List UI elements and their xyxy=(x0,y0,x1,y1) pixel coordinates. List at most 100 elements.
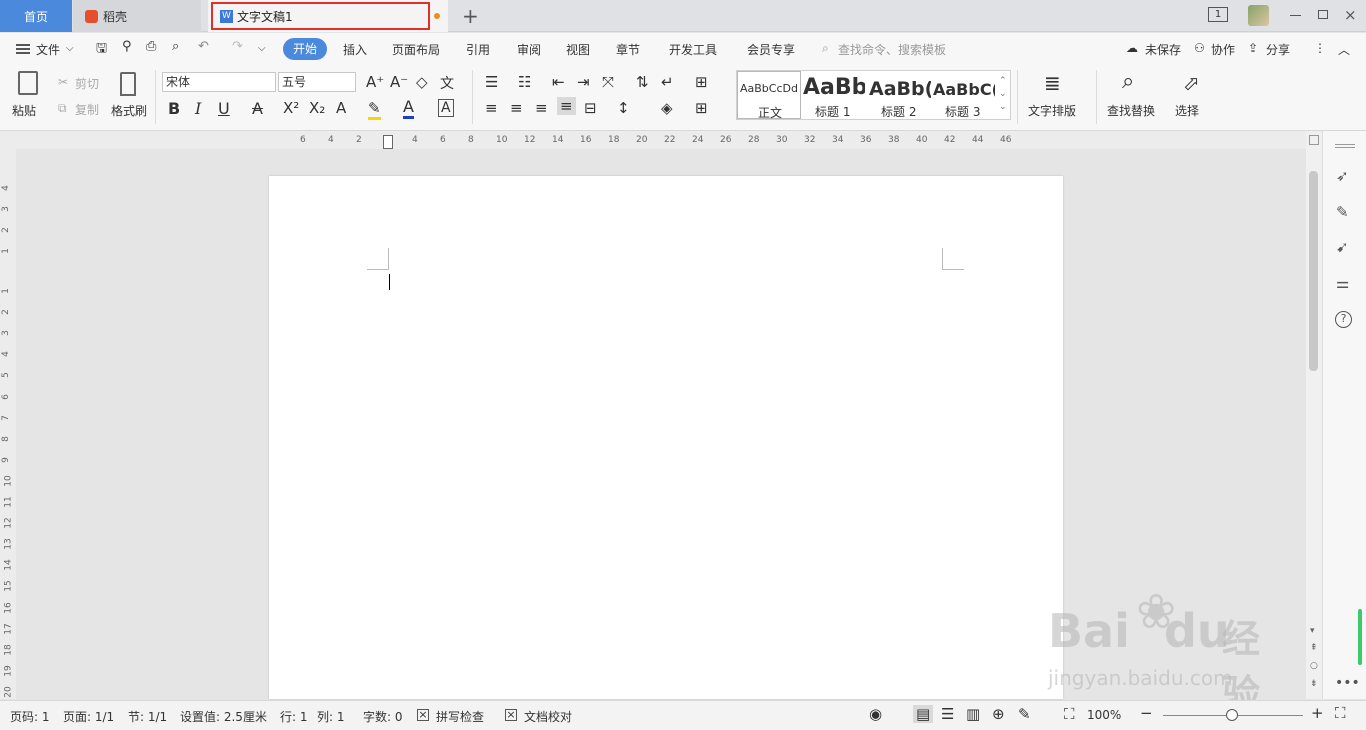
style-normal[interactable]: AaBbCcDd 正文 xyxy=(737,71,801,120)
tab-daoke[interactable]: 稻壳 xyxy=(73,0,201,32)
help-icon[interactable]: ? xyxy=(1335,311,1352,328)
shrink-font-icon[interactable]: A⁻ xyxy=(390,73,408,91)
format-icon[interactable]: ⚲ xyxy=(122,39,132,54)
font-size-select[interactable]: 五号 xyxy=(278,72,356,92)
copy-button[interactable]: 复制 xyxy=(75,101,99,118)
fullscreen-icon[interactable]: ⛶ xyxy=(1335,704,1346,722)
underline-icon[interactable]: U xyxy=(218,99,230,118)
clear-format-icon[interactable]: ◇ xyxy=(416,73,428,91)
tab-member[interactable]: 会员专享 xyxy=(747,41,795,58)
find-replace-button[interactable]: 查找替换 xyxy=(1107,102,1155,119)
restore-button[interactable] xyxy=(1318,10,1328,19)
prev-page-icon[interactable]: ⇞ xyxy=(1310,643,1318,653)
grow-font-icon[interactable]: A⁺ xyxy=(366,73,384,91)
undo-icon[interactable]: ↶ xyxy=(198,39,209,54)
show-marks-icon[interactable]: ↵ xyxy=(661,73,674,91)
shading-icon[interactable]: ◈ xyxy=(661,99,673,117)
phonetic-icon[interactable]: 文 xyxy=(440,73,454,93)
more-icon[interactable]: ⋮ xyxy=(1314,41,1326,55)
zoom-out-button[interactable]: − xyxy=(1140,704,1153,722)
font-color-icon[interactable]: A xyxy=(403,97,414,119)
font-name-select[interactable]: 宋体 xyxy=(162,72,276,92)
doc-proof-button[interactable]: 文档校对 xyxy=(524,708,572,725)
tab-references[interactable]: 引用 xyxy=(466,41,490,58)
sort-icon[interactable]: ⇅ xyxy=(636,73,649,91)
char-border-icon[interactable]: A xyxy=(438,99,454,117)
justify-icon[interactable]: ≡ xyxy=(557,97,576,115)
style-scroll-arrows-icon[interactable]: ⌃ ⌄ ⌄ xyxy=(999,75,1007,114)
tab-view[interactable]: 视图 xyxy=(566,41,590,58)
border-icon[interactable]: ⊞ xyxy=(695,99,708,117)
scroll-down-icon[interactable]: ▾ xyxy=(1310,626,1315,636)
rocket-icon[interactable]: ➶ xyxy=(1336,167,1349,185)
status-pages[interactable]: 页面: 1/1 xyxy=(63,708,114,725)
redo-icon[interactable]: ↷ xyxy=(232,39,243,54)
tab-start[interactable]: 开始 xyxy=(283,38,327,60)
text-layout-icon[interactable]: ≣ xyxy=(1044,71,1061,95)
write-view-icon[interactable]: ✎ xyxy=(1018,705,1031,723)
save-icon[interactable]: 🖫 xyxy=(96,39,107,61)
cut-button[interactable]: 剪切 xyxy=(75,75,99,92)
scroll-top-icon[interactable] xyxy=(1309,135,1319,145)
italic-icon[interactable]: I xyxy=(195,99,201,118)
fit-page-icon[interactable]: ⛶ xyxy=(1064,705,1075,723)
find-icon[interactable]: ⌕ xyxy=(1122,69,1134,94)
status-section[interactable]: 节: 1/1 xyxy=(128,708,167,725)
minimize-button[interactable] xyxy=(1290,15,1301,16)
unsaved-status[interactable]: 未保存 xyxy=(1145,41,1181,58)
more-dropdown-icon[interactable]: ⌵ xyxy=(258,43,266,54)
horizontal-ruler[interactable]: 6422468101214161820222426283032343638404… xyxy=(0,131,1306,149)
page-view-icon[interactable]: ▤ xyxy=(913,705,934,723)
tab-chapter[interactable]: 章节 xyxy=(616,41,640,58)
align-center-icon[interactable]: ≡ xyxy=(510,99,523,117)
pen-icon[interactable]: ✎ xyxy=(1336,203,1349,221)
settings-sliders-icon[interactable]: ⚌ xyxy=(1336,274,1349,292)
collapse-ribbon-icon[interactable]: ︿ xyxy=(1338,41,1350,58)
status-row[interactable]: 行: 1 xyxy=(280,708,308,725)
status-setting[interactable]: 设置值: 2.5厘米 xyxy=(180,708,267,725)
align-left-icon[interactable]: ≡ xyxy=(485,99,498,117)
tab-list-icon[interactable]: 1 xyxy=(1208,7,1228,22)
chevron-down-icon[interactable]: ⌵ xyxy=(66,43,74,54)
strikethrough-icon[interactable]: A xyxy=(252,99,263,118)
more-options-icon[interactable]: ••• xyxy=(1335,675,1360,691)
tab-home[interactable]: 首页 xyxy=(0,0,72,32)
status-col[interactable]: 列: 1 xyxy=(317,708,345,725)
distribute-icon[interactable]: ⊟ xyxy=(584,99,597,117)
vertical-ruler[interactable]: 4 3 2 1 1 2 3 4 5 6 7 8 9 10 11 12 13 14 15 16 17 18 19 20 xyxy=(0,149,16,699)
browse-object-icon[interactable]: ○ xyxy=(1310,661,1318,671)
select-button[interactable]: 选择 xyxy=(1175,102,1199,119)
format-painter-icon[interactable] xyxy=(120,72,136,96)
numbered-list-icon[interactable]: ☷ xyxy=(518,73,531,91)
pointer-icon[interactable]: ➹ xyxy=(1336,238,1349,256)
highlight-icon[interactable]: ✎ xyxy=(368,99,381,120)
style-heading3[interactable]: AaBbC( 标题 3 xyxy=(933,71,995,119)
spell-check-button[interactable]: 拼写检查 xyxy=(436,708,484,725)
vertical-scrollbar[interactable]: ▾ ⇞ ○ ⇟ xyxy=(1306,131,1322,699)
align-right-icon[interactable]: ≡ xyxy=(535,99,548,117)
indent-marker-icon[interactable] xyxy=(383,135,393,149)
panel-handle-icon[interactable] xyxy=(1335,144,1355,148)
close-button[interactable]: × xyxy=(1344,6,1357,24)
style-heading2[interactable]: AaBb( 标题 2 xyxy=(869,71,931,119)
share-button[interactable]: 分享 xyxy=(1266,41,1290,58)
text-effect-icon[interactable]: A xyxy=(336,99,346,117)
zoom-slider-handle[interactable] xyxy=(1226,709,1238,721)
collaborate-button[interactable]: 协作 xyxy=(1211,41,1235,58)
menu-file[interactable]: 文件 xyxy=(36,41,60,58)
tab-developer[interactable]: 开发工具 xyxy=(669,41,717,58)
document-page[interactable] xyxy=(269,176,1063,699)
status-word-count[interactable]: 字数: 0 xyxy=(363,708,403,725)
superscript-icon[interactable]: X² xyxy=(283,99,299,117)
select-cursor-icon[interactable]: ⬀ xyxy=(1183,71,1200,95)
outline-view-icon[interactable]: ☰ xyxy=(941,705,954,723)
decrease-indent-icon[interactable]: ⇤ xyxy=(552,73,565,91)
paste-button[interactable]: 粘贴 xyxy=(12,102,36,119)
format-painter-button[interactable]: 格式刷 xyxy=(111,102,147,119)
tab-page-layout[interactable]: 页面布局 xyxy=(392,41,440,58)
increase-indent-icon[interactable]: ⇥ xyxy=(577,73,590,91)
subscript-icon[interactable]: X₂ xyxy=(309,99,325,117)
web-view-icon[interactable]: ⊕ xyxy=(992,705,1005,723)
tab-review[interactable]: 审阅 xyxy=(517,41,541,58)
status-page-code[interactable]: 页码: 1 xyxy=(10,708,50,725)
